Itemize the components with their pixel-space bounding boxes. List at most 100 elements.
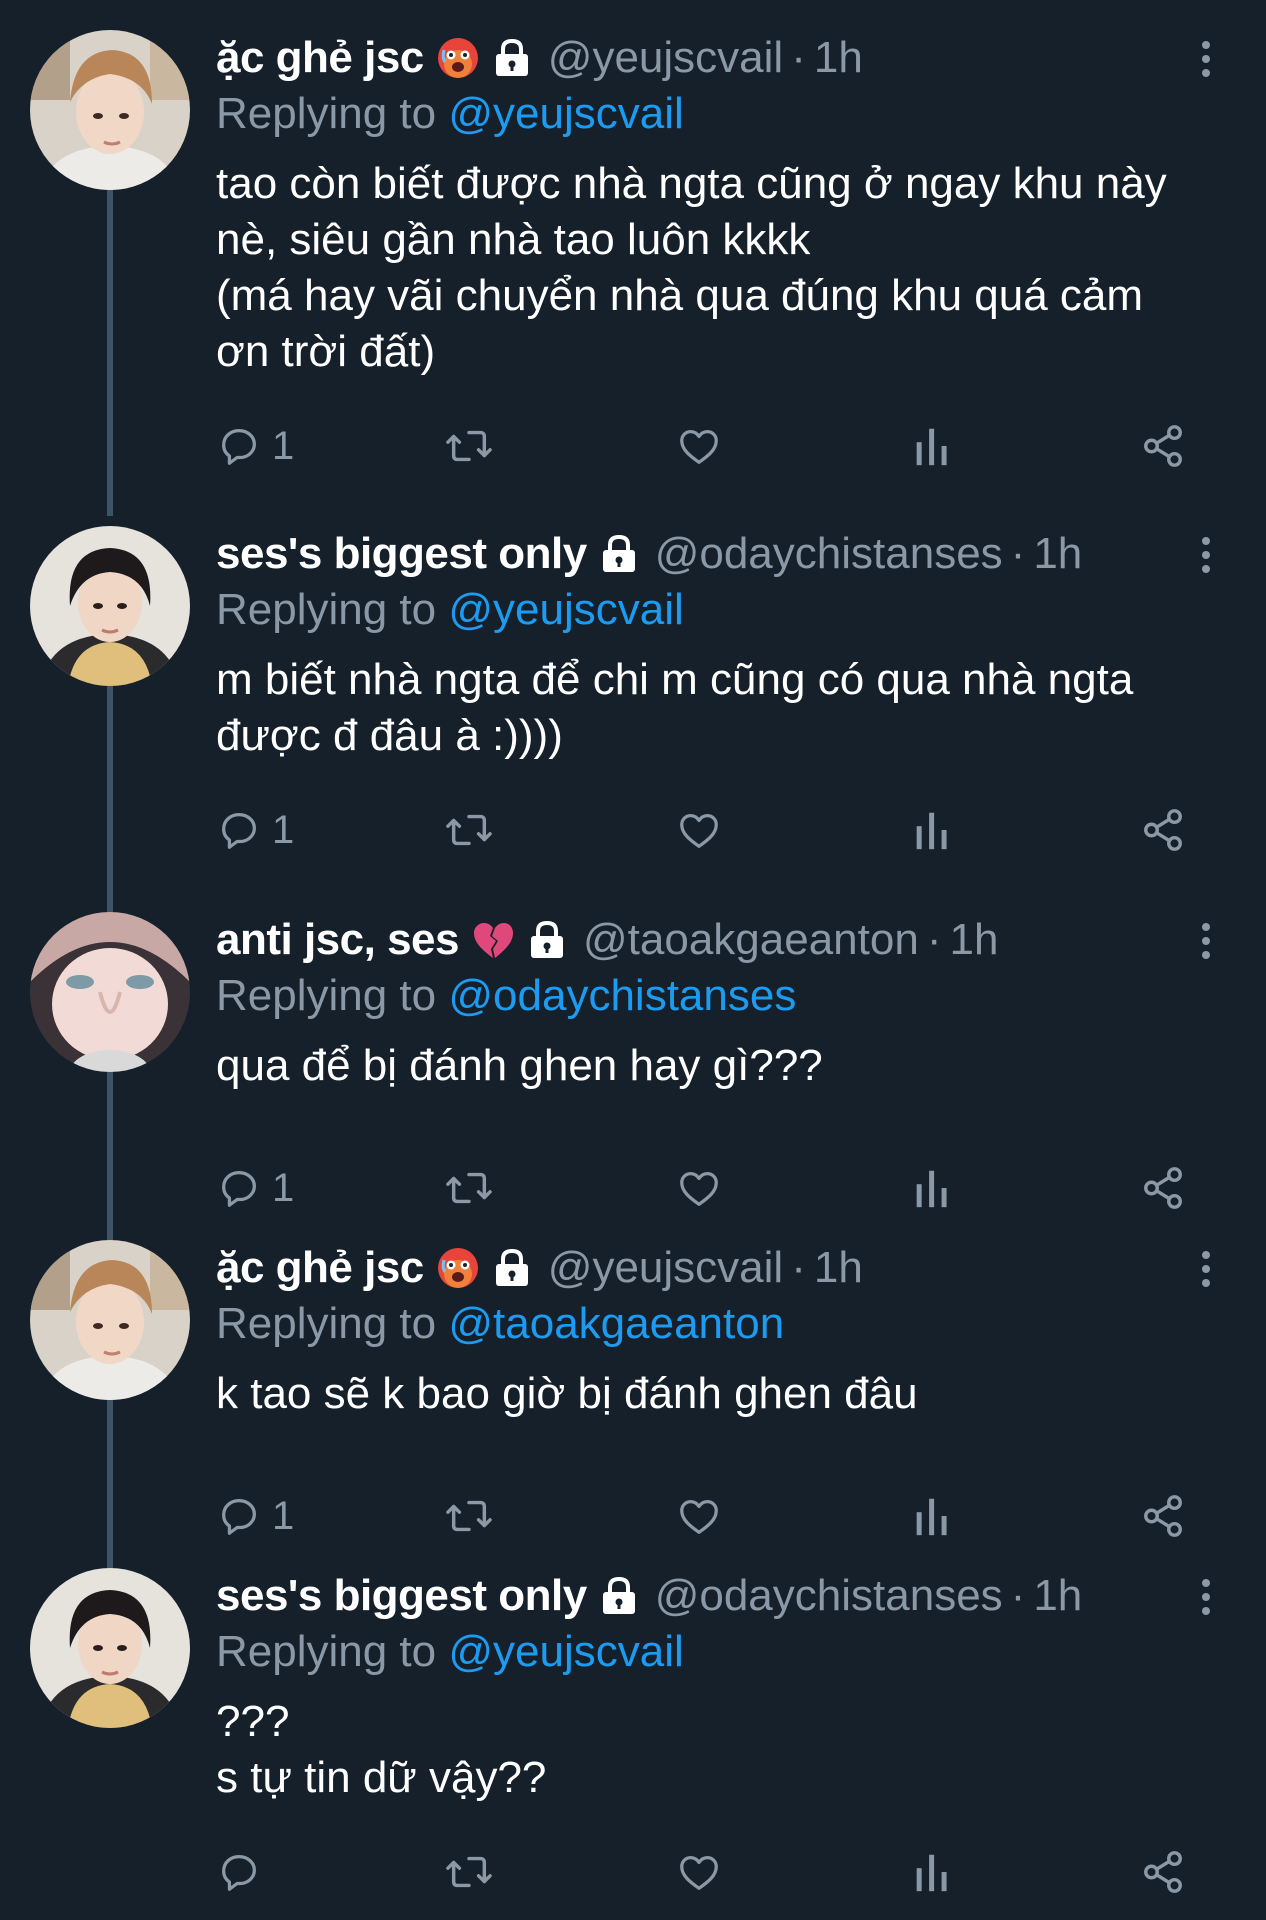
replying-to-label: Replying to xyxy=(216,1627,437,1676)
like-button[interactable] xyxy=(676,1160,722,1216)
tweet[interactable]: ặc ghẻ jsc @yeujscvail · 1h Replying to … xyxy=(0,1240,1266,1540)
avatar[interactable] xyxy=(30,1568,190,1728)
separator-dot: · xyxy=(1010,1571,1026,1620)
share-button[interactable] xyxy=(1140,802,1186,858)
lock-icon xyxy=(490,36,534,80)
reply-icon xyxy=(216,807,262,853)
more-icon[interactable] xyxy=(1186,1572,1226,1622)
timestamp[interactable]: 1h xyxy=(814,1240,863,1296)
reply-icon xyxy=(216,1165,262,1211)
display-name[interactable]: anti jsc, ses xyxy=(216,912,459,968)
tweet[interactable]: anti jsc, ses @taoakgaeanton · 1h Replyi… xyxy=(0,912,1266,1212)
replying-to-handle[interactable]: @odaychistanses xyxy=(448,971,796,1020)
replying-to-handle[interactable]: @yeujscvail xyxy=(448,1627,683,1676)
replying-to-handle[interactable]: @taoakgaeanton xyxy=(448,1299,784,1348)
reply-button[interactable]: 1 xyxy=(216,1488,294,1544)
more-icon[interactable] xyxy=(1186,1244,1226,1294)
more-icon[interactable] xyxy=(1186,530,1226,580)
retweet-icon xyxy=(444,423,494,469)
lock-icon xyxy=(597,532,641,576)
display-name[interactable]: ặc ghẻ jsc xyxy=(216,30,424,86)
reply-button[interactable]: 1 xyxy=(216,418,294,474)
user-handle[interactable]: @yeujscvail xyxy=(548,30,783,86)
like-icon xyxy=(676,807,722,853)
views-icon xyxy=(912,807,952,853)
hot-face-emoji-icon xyxy=(436,1246,480,1290)
replying-to-label: Replying to xyxy=(216,89,437,138)
views-button[interactable] xyxy=(912,1844,952,1900)
like-icon xyxy=(676,1165,722,1211)
reply-button[interactable]: 1 xyxy=(216,802,294,858)
reply-button[interactable] xyxy=(216,1844,272,1900)
views-button[interactable] xyxy=(912,1160,952,1216)
retweet-button[interactable] xyxy=(444,802,494,858)
replying-to-handle[interactable]: @yeujscvail xyxy=(448,585,683,634)
reply-thread: ặc ghẻ jsc @yeujscvail · 1h Replying to … xyxy=(0,0,1266,1920)
retweet-button[interactable] xyxy=(444,418,494,474)
like-button[interactable] xyxy=(676,1844,722,1900)
more-icon[interactable] xyxy=(1186,34,1226,84)
timestamp[interactable]: 1h xyxy=(1033,526,1082,582)
retweet-button[interactable] xyxy=(444,1488,494,1544)
avatar[interactable] xyxy=(30,912,190,1072)
tweet-header: ses's biggest only @odaychistanses · 1h xyxy=(216,1568,1226,1624)
like-button[interactable] xyxy=(676,418,722,474)
timestamp[interactable]: 1h xyxy=(1033,1568,1082,1624)
views-icon xyxy=(912,1849,952,1895)
tweet[interactable]: ses's biggest only @odaychistanses · 1h … xyxy=(0,1568,1266,1908)
views-button[interactable] xyxy=(912,418,952,474)
hot-face-emoji-icon xyxy=(436,36,480,80)
retweet-button[interactable] xyxy=(444,1160,494,1216)
display-name[interactable]: ặc ghẻ jsc xyxy=(216,1240,424,1296)
share-icon xyxy=(1140,423,1186,469)
retweet-button[interactable] xyxy=(444,1844,494,1900)
reply-icon xyxy=(216,423,262,469)
share-icon xyxy=(1140,1849,1186,1895)
tweet-text: m biết nhà ngta để chi m cũng có qua nhà… xyxy=(216,652,1226,764)
retweet-icon xyxy=(444,1493,494,1539)
reply-icon xyxy=(216,1849,262,1895)
user-handle[interactable]: @odaychistanses xyxy=(655,1568,1003,1624)
tweet-text-line: tao còn biết được nhà ngta cũng ở ngay k… xyxy=(216,159,1167,208)
tweet[interactable]: ặc ghẻ jsc @yeujscvail · 1h Replying to … xyxy=(0,30,1266,480)
user-handle[interactable]: @taoakgaeanton xyxy=(583,912,919,968)
tweet[interactable]: ses's biggest only @odaychistanses · 1h … xyxy=(0,526,1266,852)
share-button[interactable] xyxy=(1140,1844,1186,1900)
timestamp[interactable]: 1h xyxy=(814,30,863,86)
tweet-header: ặc ghẻ jsc @yeujscvail · 1h xyxy=(216,1240,1226,1296)
tweet-text-line: nè, siêu gần nhà tao luôn kkkk xyxy=(216,215,811,264)
tweet-text: tao còn biết được nhà ngta cũng ở ngay k… xyxy=(216,156,1226,380)
share-button[interactable] xyxy=(1140,418,1186,474)
separator-dot: · xyxy=(791,33,806,82)
broken-heart-emoji-icon xyxy=(471,918,515,962)
avatar[interactable] xyxy=(30,526,190,686)
views-button[interactable] xyxy=(912,802,952,858)
avatar[interactable] xyxy=(30,1240,190,1400)
views-button[interactable] xyxy=(912,1488,952,1544)
tweet-text-line: được đ đâu à :)))) xyxy=(216,711,563,760)
like-button[interactable] xyxy=(676,802,722,858)
share-button[interactable] xyxy=(1140,1160,1186,1216)
user-handle[interactable]: @yeujscvail xyxy=(548,1240,783,1296)
display-name[interactable]: ses's biggest only xyxy=(216,1568,587,1624)
share-button[interactable] xyxy=(1140,1488,1186,1544)
replying-to: Replying to @yeujscvail xyxy=(216,86,1226,142)
more-icon[interactable] xyxy=(1186,916,1226,966)
reply-icon xyxy=(216,1493,262,1539)
reply-count: 1 xyxy=(272,424,295,468)
avatar[interactable] xyxy=(30,30,190,190)
tweet-text-line: ơn trời đất) xyxy=(216,327,436,376)
lock-icon xyxy=(597,1574,641,1618)
lock-icon xyxy=(490,1246,534,1290)
reply-count: 1 xyxy=(272,1494,295,1538)
separator-dot: · xyxy=(791,1243,806,1292)
user-handle[interactable]: @odaychistanses xyxy=(655,526,1003,582)
replying-to-label: Replying to xyxy=(216,585,437,634)
like-icon xyxy=(676,423,722,469)
reply-button[interactable]: 1 xyxy=(216,1160,294,1216)
replying-to-handle[interactable]: @yeujscvail xyxy=(448,89,683,138)
tweet-actions: 1 xyxy=(216,418,1226,474)
like-button[interactable] xyxy=(676,1488,722,1544)
timestamp[interactable]: 1h xyxy=(949,912,998,968)
display-name[interactable]: ses's biggest only xyxy=(216,526,587,582)
